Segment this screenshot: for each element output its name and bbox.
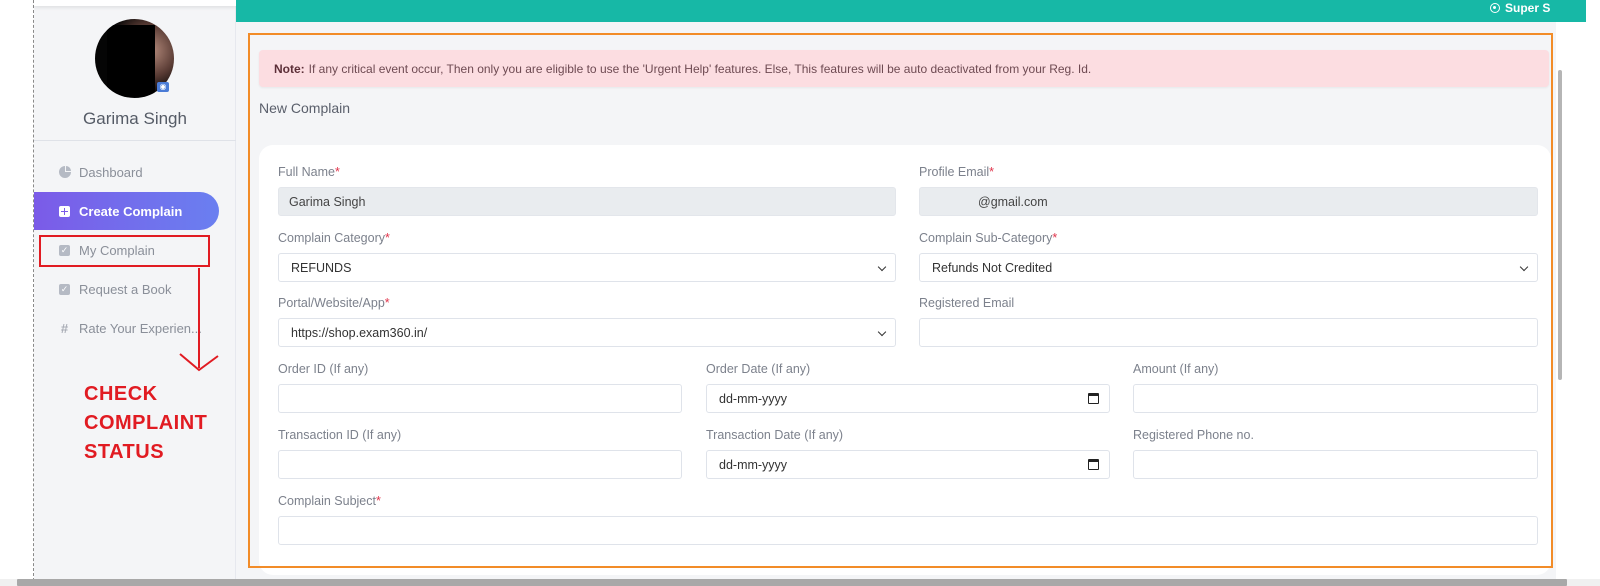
plus-square-icon bbox=[58, 205, 71, 218]
user-name: Garima Singh bbox=[83, 109, 187, 128]
sidebar-item-create-complain[interactable]: Create Complain bbox=[34, 192, 219, 230]
sidebar-item-dashboard[interactable]: Dashboard bbox=[34, 153, 222, 191]
hash-icon: # bbox=[60, 320, 69, 336]
annotation-text: CHECK COMPLAINT STATUS bbox=[84, 383, 208, 463]
header-user-status[interactable]: Super S bbox=[1490, 0, 1550, 16]
top-header-bar bbox=[236, 0, 1586, 22]
sidebar-divider bbox=[34, 140, 236, 141]
header-right-label: Super S bbox=[1505, 1, 1551, 15]
avatar-redaction bbox=[107, 25, 155, 97]
sidebar-topbar bbox=[34, 0, 236, 6]
annotation-highlight-box bbox=[39, 235, 210, 267]
vertical-scrollbar-thumb[interactable] bbox=[1558, 70, 1562, 380]
sidebar-item-label: Create Complain bbox=[79, 203, 183, 219]
horizontal-scrollbar-thumb[interactable] bbox=[17, 579, 1567, 586]
pie-chart-icon bbox=[58, 166, 71, 179]
sidebar-item-label: Request a Book bbox=[79, 281, 172, 297]
highlight-frame bbox=[248, 33, 1553, 568]
sidebar-item-label: Dashboard bbox=[79, 164, 143, 180]
status-radio-icon bbox=[1490, 3, 1500, 13]
camera-icon[interactable]: ◉ bbox=[157, 82, 169, 92]
annotation-arrow-icon bbox=[179, 268, 219, 372]
vertical-scrollbar-track[interactable] bbox=[1588, 0, 1600, 586]
check-square-icon: ✓ bbox=[59, 283, 70, 295]
